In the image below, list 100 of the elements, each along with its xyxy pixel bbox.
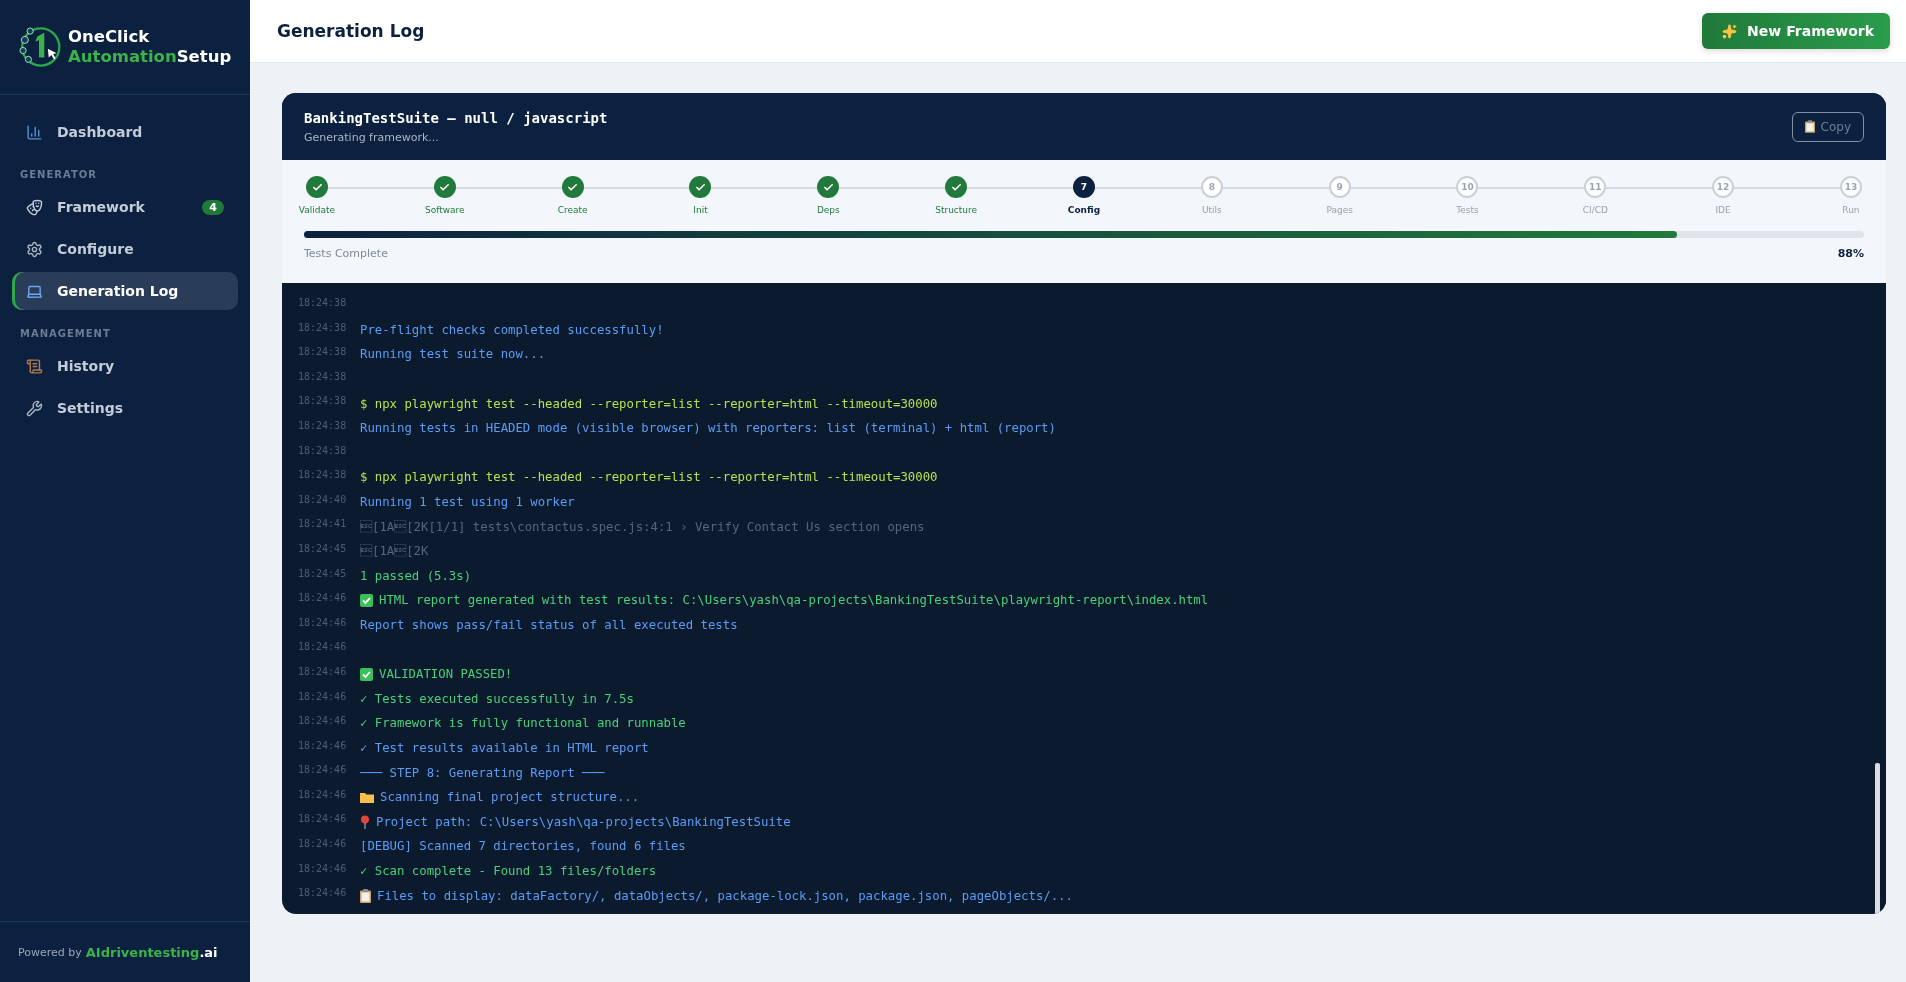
progress-percent: 88% — [1837, 247, 1864, 260]
step-indicator: 10 — [1456, 176, 1479, 198]
log-timestamp: 18:24:46 — [298, 689, 348, 702]
footer-link[interactable]: AIdriventesting.ai — [85, 944, 218, 960]
log-timestamp: 18:24:46 — [298, 787, 348, 800]
step-label: Run — [1842, 205, 1860, 215]
step-indicator: 11 — [1584, 176, 1607, 198]
new-framework-button[interactable]: New Framework — [1702, 13, 1890, 49]
sidebar-item[interactable]: Framework 4 — [12, 188, 238, 226]
log-timestamp: 18:24:41 — [298, 517, 348, 530]
section-heading: MANAGEMENT — [19, 327, 112, 341]
log-timestamp: 18:24:46 — [298, 714, 348, 727]
log-timestamp: 18:24:38 — [298, 369, 348, 382]
check-icon — [950, 181, 962, 193]
log-line: [DEBUG] Scanned 7 directories, found 6 files — [360, 839, 686, 854]
log-timestamp: 18:24:46 — [298, 615, 348, 628]
brand-name: OneClick — [68, 27, 151, 47]
log-line: $ npx playwright test --headed --reporter=list --reporter=html --timeout=30000 — [360, 470, 938, 485]
log-line: Report shows pass/fail status of all executed tests — [360, 618, 738, 632]
log-line: Running test suite now... — [360, 347, 546, 362]
log-line: ✓ Scan complete - Found 13 files/folders — [360, 863, 657, 878]
sidebar-item[interactable]: History — [12, 347, 238, 385]
log-timestamp: 18:24:40 — [298, 492, 348, 505]
log-line: VALIDATION PASSED! — [360, 667, 513, 682]
step-label: Init — [693, 205, 708, 215]
log-line: Project path: C:\Users\yash\qa-projects\BankingTestSuite — [360, 814, 791, 829]
step-label: Validate — [298, 205, 336, 215]
log-line: [1A[2K — [360, 544, 429, 559]
log-timestamp: 18:24:45 — [298, 541, 348, 554]
sidebar-item[interactable]: Generation Log — [12, 272, 238, 310]
step-label: Tests — [1456, 205, 1479, 215]
step-indicator: 8 — [1200, 176, 1223, 198]
check-icon — [822, 181, 834, 193]
log-line: ✓ Tests executed successfully in 7.5s — [360, 691, 634, 706]
step-indicator: 7 — [1072, 176, 1095, 198]
log-timestamp: 18:24:38 — [298, 443, 348, 456]
log-line: 1 passed (5.3s) — [360, 568, 472, 583]
log-line: ─── STEP 8: Generating Report ─── — [360, 765, 605, 780]
log-line: Running tests in HEADED mode (visible browser) with reporters: list (terminal) + html (report) — [360, 421, 1056, 436]
log-timestamp: 18:24:45 — [298, 566, 348, 579]
wrench-icon — [26, 399, 43, 417]
settings-icon — [26, 240, 43, 258]
log-line: [1A[2K[1/1] tests\contactus.spec.js:4:1 › Verify Contact Us section opens — [360, 519, 925, 534]
sparkles-icon — [1722, 23, 1738, 39]
checkbox-icon — [360, 593, 373, 607]
log-line: HTML report generated with test results: C:\Users\yash\qa-projects\BankingTestSuite\playwright-report\index.html — [360, 593, 1209, 608]
step-indicator: 12 — [1712, 176, 1735, 198]
log-timestamp: 18:24:46 — [298, 812, 348, 825]
step-label: Pages — [1326, 205, 1353, 215]
log-line: Running 1 test using 1 worker — [360, 495, 575, 510]
bar-chart-icon — [26, 123, 43, 141]
log-timestamp: 18:24:38 — [298, 418, 348, 431]
log-timestamp: 18:24:46 — [298, 886, 348, 899]
log-timestamp: 18:24:46 — [298, 738, 348, 751]
step-label: Utils — [1201, 205, 1222, 215]
log-timestamp: 18:24:46 — [298, 837, 348, 850]
clipboard-icon — [360, 888, 371, 903]
step-label: Deps — [816, 205, 840, 215]
checkbox-icon — [360, 667, 373, 681]
log-timestamp: 18:24:46 — [298, 591, 348, 604]
log-timestamp: 18:24:38 — [298, 296, 348, 308]
log-line: Pre-flight checks completed successfully! — [360, 322, 664, 337]
scroll-icon — [26, 357, 43, 375]
check-icon — [311, 181, 323, 193]
clipboard-icon — [1804, 120, 1815, 133]
step-label: Software — [425, 205, 465, 215]
check-icon — [695, 181, 706, 193]
card-title: BankingTestSuite — null / javascript — [304, 109, 608, 126]
log-line: ✓ Test results available in HTML report — [360, 741, 649, 755]
sidebar-item[interactable]: Dashboard — [12, 113, 238, 151]
count-badge: 4 — [202, 199, 224, 215]
pin-icon — [360, 814, 370, 829]
sidebar-item[interactable]: Settings — [12, 389, 238, 427]
log-timestamp: 18:24:38 — [298, 394, 348, 407]
progress-label: Tests Complete — [304, 247, 388, 260]
scrollbar-thumb[interactable] — [1875, 763, 1880, 914]
step-indicator: 13 — [1839, 176, 1862, 198]
copy-button[interactable]: Copy — [1791, 111, 1864, 142]
step-label: Config — [1067, 205, 1101, 215]
masks-icon — [26, 198, 43, 216]
log-timestamp: 18:24:38 — [298, 345, 348, 358]
log-timestamp: 18:24:38 — [298, 468, 348, 481]
step-label: Create — [557, 205, 588, 215]
step-label: Structure — [935, 205, 978, 215]
page-title: Generation Log — [277, 21, 425, 41]
step-label: CI/CD — [1582, 205, 1608, 215]
log-timestamp: 18:24:38 — [298, 320, 348, 333]
check-icon — [567, 181, 579, 193]
check-icon — [439, 181, 451, 193]
sidebar-item[interactable]: Configure — [12, 230, 238, 268]
step-label: IDE — [1715, 205, 1731, 215]
log-timestamp: 18:24:46 — [298, 763, 348, 776]
log-line: Scanning final project structure... — [360, 790, 640, 805]
log-line: $ npx playwright test --headed --reporter=list --reporter=html --timeout=30000 — [360, 396, 938, 411]
log-line: ✓ Framework is fully functional and runnable — [360, 716, 686, 731]
log-timestamp: 18:24:46 — [298, 664, 348, 677]
logo-icon — [16, 24, 62, 70]
brand-subtitle: AutomationSetup — [68, 47, 232, 67]
section-heading: GENERATOR — [19, 168, 98, 182]
log-timestamp: 18:24:46 — [298, 640, 348, 653]
